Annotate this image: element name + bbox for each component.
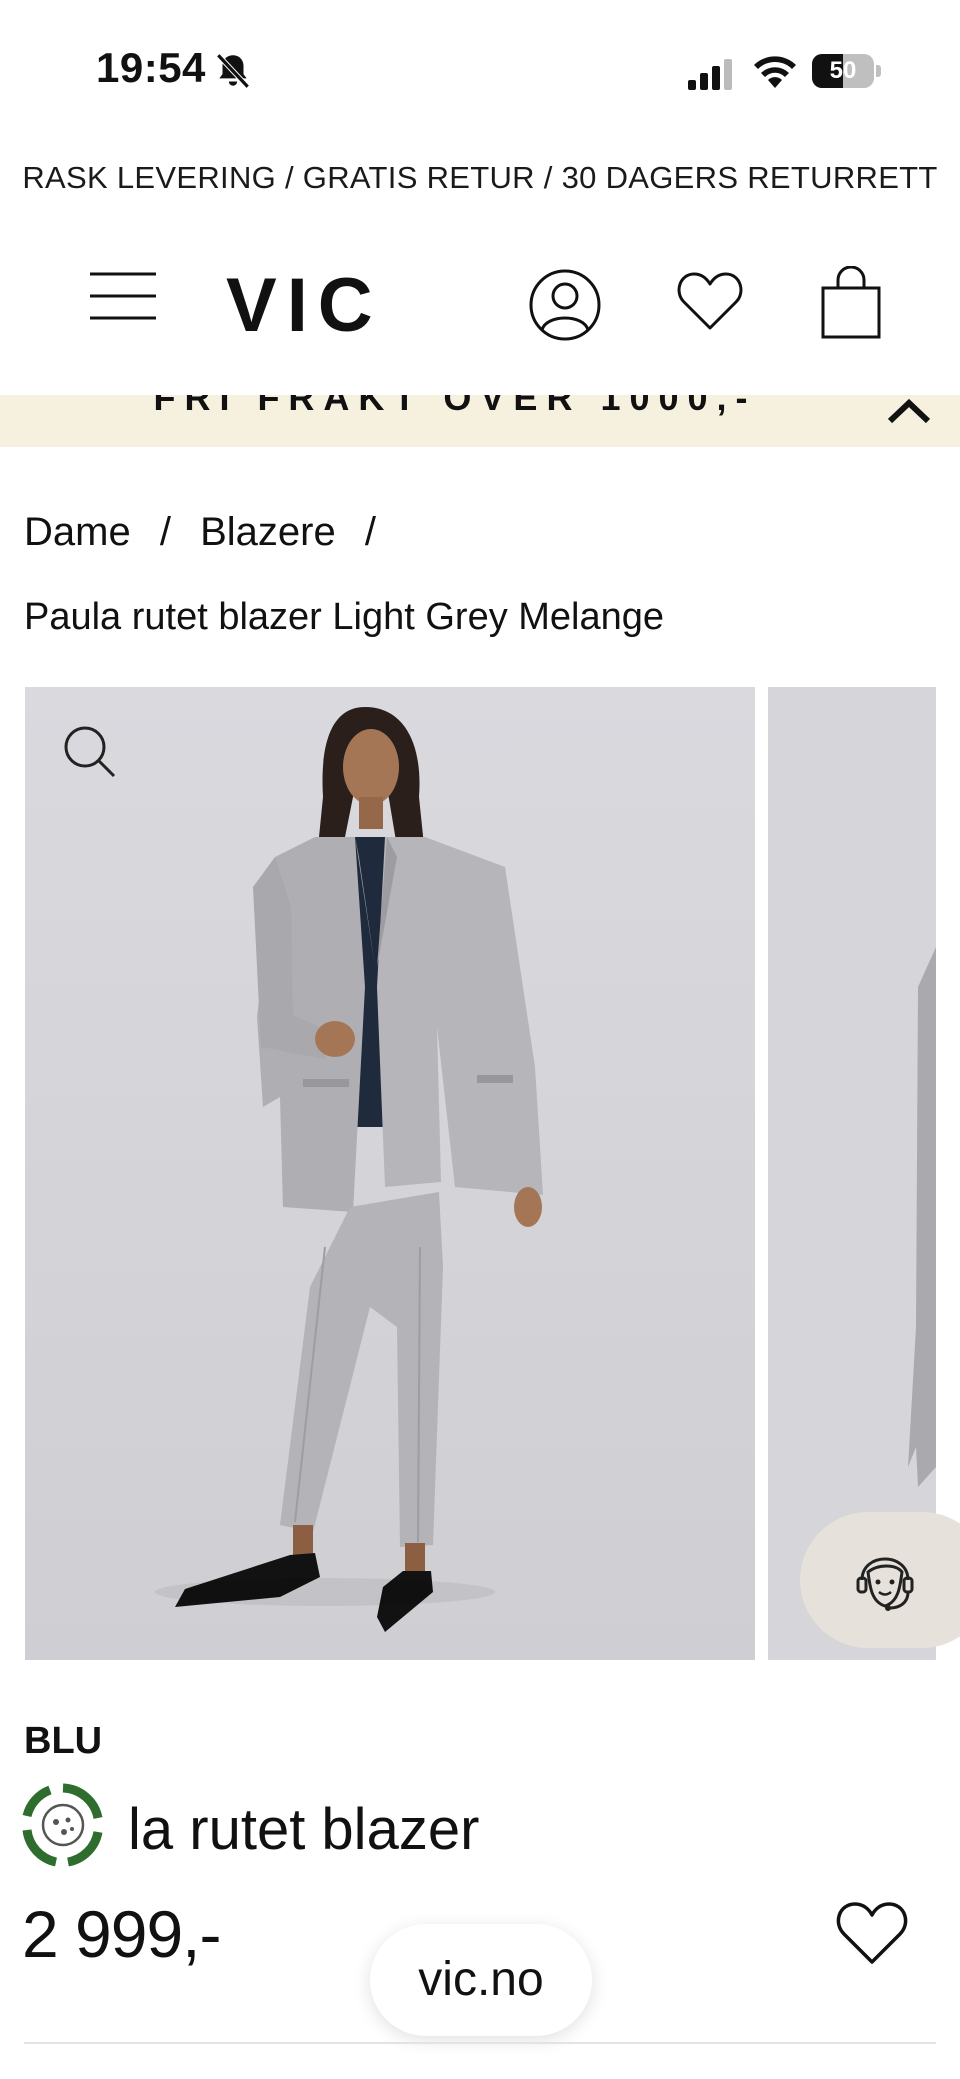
account-icon[interactable] [528, 268, 602, 342]
heart-icon[interactable] [836, 1900, 908, 1966]
divider [24, 2042, 936, 2044]
battery-percent: 50 [829, 57, 857, 84]
product-image-main[interactable] [25, 687, 755, 1660]
menu-icon[interactable] [90, 270, 156, 322]
status-bar: 19:54 50 [0, 0, 960, 140]
site-header: VIC [0, 240, 960, 370]
wifi-icon [754, 56, 796, 88]
free-shipping-banner: FRI FRAKT OVER 1000,- [0, 395, 960, 447]
signal-icon [688, 59, 732, 90]
shopping-bag-icon[interactable] [820, 266, 882, 340]
product-price: 2 999,- [22, 1897, 221, 1971]
product-name: la rutet blazer [128, 1797, 480, 1862]
browser-url-pill[interactable]: vic.no [370, 1924, 592, 2036]
bell-muted-icon [216, 53, 250, 89]
customer-support-button[interactable] [800, 1512, 960, 1648]
product-brand: BLU [24, 1720, 103, 1762]
chevron-up-icon[interactable] [884, 395, 934, 429]
banner-text: FRI FRAKT OVER 1000,- [153, 395, 757, 418]
product-photo [25, 687, 755, 1660]
breadcrumb: Dame / Blazere / [24, 510, 394, 555]
breadcrumb-item-dame[interactable]: Dame [24, 510, 131, 555]
breadcrumb-current: Paula rutet blazer Light Grey Melange [24, 596, 665, 638]
breadcrumb-item-blazere[interactable]: Blazere [200, 510, 336, 555]
breadcrumb-separator: / [364, 510, 376, 554]
status-time: 19:54 [96, 44, 206, 91]
customer-support-icon [856, 1557, 914, 1611]
search-icon[interactable] [61, 723, 117, 779]
heart-icon[interactable] [676, 270, 744, 332]
promo-text: RASK LEVERING / GRATIS RETUR / 30 DAGERS… [22, 160, 938, 195]
site-logo[interactable]: VIC [226, 262, 383, 349]
eco-recycle-icon [22, 1783, 103, 1867]
breadcrumb-separator: / [159, 510, 171, 554]
battery-indicator: 50 [812, 54, 882, 88]
